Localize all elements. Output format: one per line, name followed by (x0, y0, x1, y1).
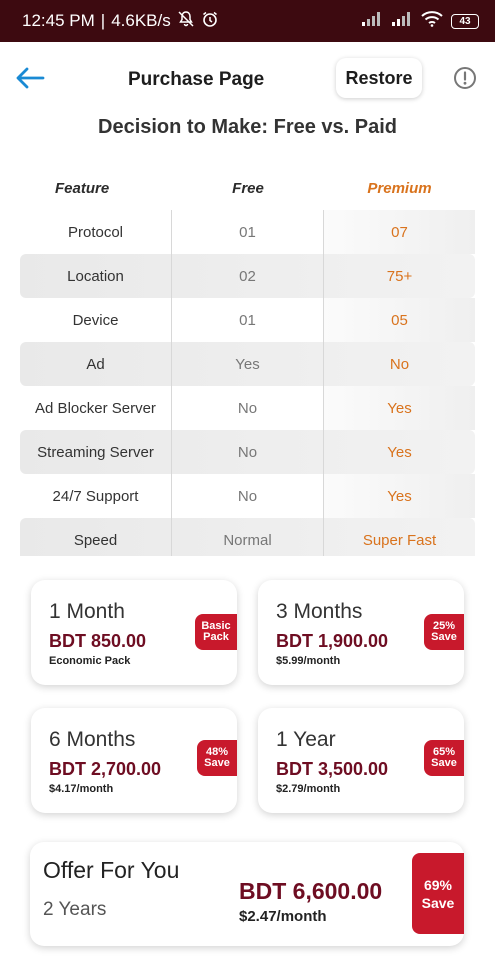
feature-cell: Speed (20, 518, 172, 556)
table-row: Streaming Server No Yes (20, 430, 475, 474)
premium-cell: No (389, 355, 410, 373)
badge-line2: Save (421, 894, 455, 911)
plan-card-1-year[interactable]: 1 Year BDT 3,500.00 $2.79/month 65% Save (258, 708, 464, 813)
plan-card-6-months[interactable]: 6 Months BDT 2,700.00 $4.17/month 48% Sa… (31, 708, 237, 813)
free-cell: 02 (172, 254, 324, 298)
free-cell: 01 (172, 298, 324, 342)
table-row: Protocol 01 07 (20, 210, 475, 254)
plan-subtitle: $2.79/month (276, 783, 341, 795)
table-row: 24/7 Support No Yes (20, 474, 475, 518)
status-network-speed: 4.6KB/s (111, 11, 171, 30)
plan-price: BDT 3,500.00 (276, 759, 389, 779)
offer-duration: 2 Years (43, 899, 107, 920)
feature-cell: Ad (20, 342, 172, 386)
table-row: Location 02 75+ (20, 254, 475, 298)
status-separator: | (100, 11, 106, 30)
header-premium: Premium (367, 179, 432, 197)
offer-price: BDT 6,600.00 (239, 878, 383, 904)
feature-cell: 24/7 Support (20, 474, 172, 518)
table-header: Feature Free Premium (20, 168, 475, 208)
plan-card-1-month[interactable]: 1 Month BDT 850.00 Economic Pack Basic P… (31, 580, 237, 685)
plan-duration: 3 Months (276, 600, 363, 623)
header-feature: Feature (55, 179, 110, 197)
status-time: 12:45 PM (22, 11, 95, 30)
table-body: Protocol 01 07 Location 02 75+ Device 01… (20, 210, 475, 556)
mute-icon (177, 10, 195, 33)
battery-icon: 43 (451, 13, 479, 29)
status-bar: 12:45 PM | 4.6KB/s 43 (0, 0, 495, 42)
plan-subtitle: Economic Pack (49, 655, 131, 667)
plan-duration: 6 Months (49, 728, 136, 751)
info-button[interactable] (453, 66, 477, 90)
badge-line2: Save (204, 757, 230, 769)
offer-badge: 69% Save (412, 853, 464, 934)
feature-cell: Ad Blocker Server (20, 386, 172, 430)
badge-line2: Save (431, 757, 457, 769)
feature-cell: Protocol (20, 210, 172, 254)
feature-cell: Streaming Server (20, 430, 172, 474)
info-icon (454, 67, 476, 89)
free-cell: Yes (172, 342, 324, 386)
plan-price: BDT 2,700.00 (49, 759, 162, 779)
plan-subtitle: $4.17/month (49, 783, 114, 795)
comparison-title: Decision to Make: Free vs. Paid (98, 116, 397, 138)
premium-cell: 07 (324, 210, 475, 254)
offer-title: Offer For You (43, 857, 180, 883)
plan-duration: 1 Year (276, 728, 336, 751)
signal-icon (391, 11, 413, 32)
plan-badge: 25% Save (424, 614, 464, 650)
back-button[interactable] (14, 64, 46, 92)
free-cell: No (172, 386, 324, 430)
comparison-table: Feature Free Premium Protocol 01 07 Loca… (20, 168, 475, 556)
free-cell: 01 (172, 210, 324, 254)
restore-button[interactable]: Restore (336, 58, 422, 98)
badge-line2: Pack (203, 631, 229, 643)
table-row: Ad Yes No (20, 342, 475, 386)
feature-cell: Device (20, 298, 172, 342)
badge-line2: Save (431, 631, 457, 643)
plan-badge: 48% Save (197, 740, 237, 776)
wifi-icon (421, 10, 443, 32)
free-cell: No (172, 474, 324, 518)
table-row: Speed Normal Super Fast (20, 518, 475, 556)
plan-badge: Basic Pack (195, 614, 237, 650)
premium-cell: Super Fast (362, 531, 437, 549)
signal-icon (361, 11, 383, 32)
plan-price: BDT 850.00 (49, 631, 147, 651)
offer-subtitle: $2.47/month (239, 908, 327, 925)
top-app-bar: Purchase Page Restore (0, 42, 495, 116)
premium-cell: Yes (387, 443, 412, 461)
premium-cell: Yes (324, 474, 475, 518)
free-cell: No (172, 430, 324, 474)
arrow-left-icon (16, 67, 45, 89)
badge-line1: 69% (423, 876, 453, 893)
plan-duration: 1 Month (49, 600, 125, 623)
page-title: Purchase Page (128, 69, 265, 90)
free-cell: Normal (172, 518, 324, 556)
header-free: Free (232, 179, 264, 197)
plan-subtitle: $5.99/month (276, 655, 341, 667)
table-row: Ad Blocker Server No Yes (20, 386, 475, 430)
offer-card-2-years[interactable]: Offer For You 2 Years BDT 6,600.00 $2.47… (30, 842, 464, 946)
plan-badge: 65% Save (424, 740, 464, 776)
premium-cell: 05 (324, 298, 475, 342)
feature-cell: Location (20, 254, 172, 298)
plan-card-3-months[interactable]: 3 Months BDT 1,900.00 $5.99/month 25% Sa… (258, 580, 464, 685)
premium-cell: Yes (324, 386, 475, 430)
premium-cell: 75+ (386, 267, 413, 285)
plan-price: BDT 1,900.00 (276, 631, 389, 651)
alarm-icon (201, 10, 219, 33)
table-row: Device 01 05 (20, 298, 475, 342)
